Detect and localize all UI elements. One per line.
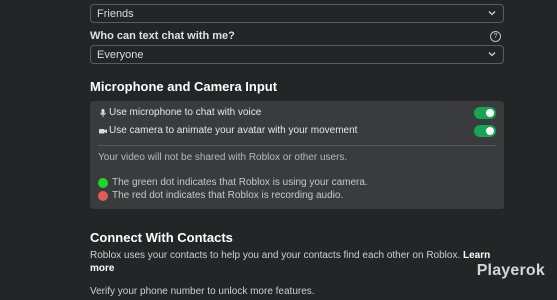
mic-setting-row: Use microphone to chat with voice [98,107,496,118]
red-dot-note-row: The red dot indicates that Roblox is rec… [98,190,343,201]
green-dot-icon [98,177,108,188]
green-dot-note-row: The green dot indicates that Roblox is u… [98,177,368,188]
green-dot-note: The green dot indicates that Roblox is u… [112,177,368,188]
text-chat-select[interactable]: Everyone [90,45,504,64]
chat-permission-select[interactable]: Friends [90,4,504,23]
contacts-description-text: Roblox uses your contacts to help you an… [90,250,461,261]
mic-camera-heading: Microphone and Camera Input [90,79,278,94]
chevron-down-icon [488,11,496,16]
camera-setting-label: Use camera to animate your avatar with y… [109,125,358,136]
mic-setting-label: Use microphone to chat with voice [109,107,262,118]
text-chat-value: Everyone [97,48,144,61]
playerok-watermark: Playerok [476,262,545,279]
contacts-description: Roblox uses your contacts to help you an… [90,249,510,275]
verify-phone-text: Verify your phone number to unlock more … [90,286,315,297]
text-chat-label: Who can text chat with me? [90,30,235,42]
video-privacy-note: Your video will not be shared with Roblo… [98,152,348,163]
mic-camera-panel: Use microphone to chat with voice Use ca… [90,101,504,209]
help-icon[interactable]: ? [490,31,501,42]
chevron-down-icon [488,52,496,57]
chat-permission-value: Friends [97,7,134,20]
camera-icon [99,128,107,133]
microphone-icon [99,108,107,117]
mic-toggle[interactable] [474,107,496,119]
red-dot-icon [98,190,108,201]
panel-divider [98,145,496,146]
contacts-heading: Connect With Contacts [90,230,233,245]
camera-setting-row: Use camera to animate your avatar with y… [98,125,496,136]
red-dot-note: The red dot indicates that Roblox is rec… [112,190,344,201]
camera-toggle[interactable] [474,125,496,137]
